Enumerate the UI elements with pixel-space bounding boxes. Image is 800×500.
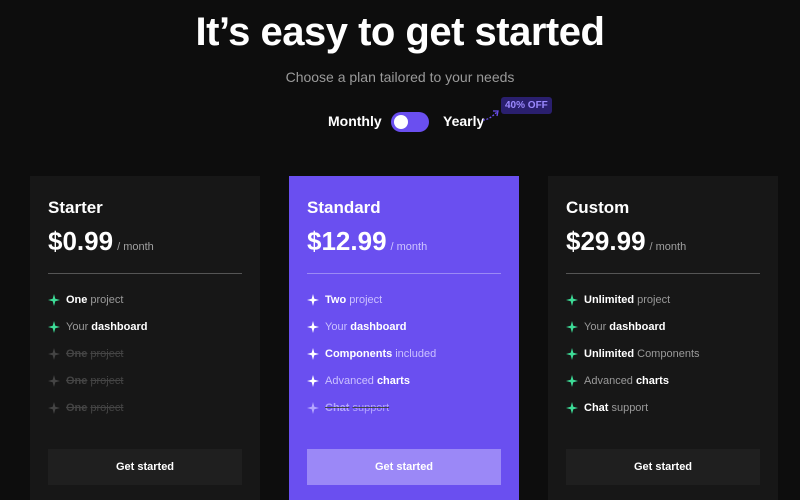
plan-price: $0.99: [48, 226, 114, 256]
feature-strong: dashboard: [609, 320, 666, 333]
feature-lead: Your: [584, 320, 607, 333]
billing-toggle: Monthly Yearly 40% OFF: [0, 97, 800, 136]
feature-item: Your dashboard: [307, 313, 501, 340]
yearly-option[interactable]: Yearly: [443, 113, 484, 129]
feature-strong: Components: [325, 347, 393, 360]
feature-strong: One: [66, 374, 88, 387]
feature-strong: Unlimited: [584, 347, 635, 360]
feature-item: One project: [48, 367, 242, 394]
sparkle-icon: [566, 347, 578, 360]
sparkle-icon: [566, 293, 578, 306]
feature-rest: project: [90, 374, 124, 387]
page-subtitle: Choose a plan tailored to your needs: [285, 69, 515, 85]
get-started-button[interactable]: Get started: [566, 449, 760, 485]
feature-rest: included: [395, 347, 437, 360]
feature-item: Unlimited Components: [566, 340, 760, 367]
feature-strong: One: [66, 347, 88, 360]
feature-strong: dashboard: [350, 320, 407, 333]
plan-card-standard: Standard $12.99 / month Two project Your da…: [289, 176, 519, 500]
feature-strong: Unlimited: [584, 293, 635, 306]
feature-rest: project: [349, 293, 383, 306]
feature-lead: Your: [66, 320, 89, 333]
feature-list: One project Your dashboard One project One proj…: [48, 286, 242, 421]
switch-knob: [394, 115, 408, 129]
sparkle-icon: [48, 401, 60, 414]
billing-switch[interactable]: [391, 112, 429, 132]
price-period: / month: [117, 241, 154, 253]
feature-lead: Your: [325, 320, 348, 333]
sparkle-icon: [48, 374, 60, 387]
sparkle-icon: [566, 374, 578, 387]
get-started-button[interactable]: Get started: [48, 449, 242, 485]
price-period: / month: [649, 241, 687, 253]
feature-strong: dashboard: [91, 320, 148, 333]
feature-strong: Chat: [325, 401, 350, 414]
sparkle-icon: [48, 293, 60, 306]
sparkle-icon: [307, 401, 319, 414]
plan-price: $12.99: [307, 226, 387, 256]
feature-strong: charts: [635, 374, 669, 387]
plan-price: $29.99: [566, 226, 646, 256]
divider: [566, 273, 760, 274]
sparkle-icon: [307, 374, 319, 387]
feature-item: Chat support: [307, 394, 501, 421]
price-period: / month: [390, 241, 428, 253]
feature-item: One project: [48, 286, 242, 313]
plan-name: Custom: [566, 198, 630, 217]
feature-item: Advanced charts: [566, 367, 760, 394]
feature-item: Unlimited project: [566, 286, 760, 313]
plan-name: Starter: [48, 198, 103, 217]
feature-strong: One: [66, 293, 88, 306]
divider: [307, 273, 501, 274]
feature-rest: project: [637, 293, 671, 306]
feature-list: Unlimited project Your dashboard Unlimited Co…: [566, 286, 760, 421]
feature-lead: Advanced: [584, 374, 633, 387]
feature-rest: project: [90, 401, 124, 414]
feature-item: One project: [48, 394, 242, 421]
page-title: It’s easy to get started: [195, 10, 605, 54]
feature-item: One project: [48, 340, 242, 367]
plan-name: Standard: [307, 198, 381, 217]
feature-rest: project: [90, 293, 124, 306]
curved-arrow-icon: [482, 110, 499, 121]
plan-card-starter: Starter $0.99 / month One project Your dash…: [30, 176, 260, 500]
get-started-button[interactable]: Get started: [307, 449, 501, 485]
feature-rest: support: [352, 401, 390, 414]
sparkle-icon: [307, 347, 319, 360]
feature-list: Two project Your dashboard Components include…: [307, 286, 501, 421]
feature-item: Two project: [307, 286, 501, 313]
feature-strong: Two: [325, 293, 347, 306]
feature-item: Advanced charts: [307, 367, 501, 394]
feature-rest: project: [90, 347, 124, 360]
feature-item: Your dashboard: [566, 313, 760, 340]
price-row: $12.99 / month: [307, 226, 501, 257]
discount-badge: 40% OFF: [501, 97, 552, 114]
price-row: $29.99 / month: [566, 226, 760, 257]
plan-card-custom: Custom $29.99 / month Unlimited project Yo…: [548, 176, 778, 500]
sparkle-icon: [48, 320, 60, 333]
feature-item: Chat support: [566, 394, 760, 421]
feature-rest: Components: [637, 347, 700, 360]
feature-strong: One: [66, 401, 88, 414]
monthly-option[interactable]: Monthly: [328, 113, 382, 129]
feature-strong: Chat: [584, 401, 609, 414]
feature-strong: charts: [376, 374, 410, 387]
sparkle-icon: [307, 320, 319, 333]
sparkle-icon: [566, 320, 578, 333]
feature-lead: Advanced: [325, 374, 374, 387]
sparkle-icon: [307, 293, 319, 306]
sparkle-icon: [566, 401, 578, 414]
price-row: $0.99 / month: [48, 226, 242, 257]
feature-item: Components included: [307, 340, 501, 367]
sparkle-icon: [48, 347, 60, 360]
divider: [48, 273, 242, 274]
feature-rest: support: [611, 401, 649, 414]
feature-item: Your dashboard: [48, 313, 242, 340]
